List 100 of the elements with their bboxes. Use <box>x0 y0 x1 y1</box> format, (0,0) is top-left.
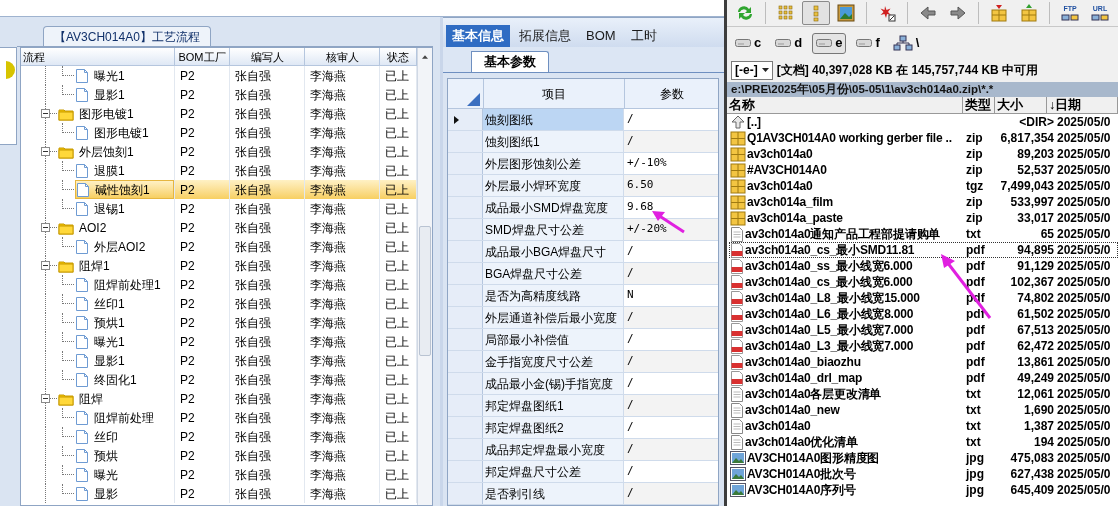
tree-item[interactable]: 退锡1 <box>94 199 125 218</box>
expander-icon[interactable] <box>41 223 50 232</box>
drive-dropdown[interactable]: [-e-] <box>731 60 773 80</box>
row-header-cell[interactable] <box>448 373 483 394</box>
drive-button[interactable]: e <box>812 32 847 54</box>
tree-item[interactable]: 阻焊前处理1 <box>94 275 161 294</box>
row-header-cell[interactable] <box>448 153 483 174</box>
column-header[interactable]: 名称 <box>727 97 963 113</box>
column-header[interactable]: 参数 <box>625 79 718 108</box>
row-header-cell[interactable] <box>448 197 483 218</box>
tab[interactable]: 工时 <box>624 25 663 47</box>
file-name[interactable]: av3ch014a0_cs_最小SMD11.81 <box>745 241 915 259</box>
file-name[interactable]: AV3CH014A0批次号 <box>747 465 856 483</box>
tree-item[interactable]: 丝印1 <box>94 294 125 313</box>
row-header-cell[interactable] <box>448 285 483 306</box>
file-name[interactable]: av3ch014a0优化清单 <box>745 433 858 451</box>
tree-item[interactable]: 曝光 <box>94 465 118 484</box>
focused-row[interactable]: av3ch014a0_cs_最小SMD11.81 pdf 94,895 2025/05/0 <box>729 242 1118 258</box>
row-header-cell[interactable] <box>448 175 483 196</box>
tree-item[interactable]: 阻焊 <box>79 389 103 408</box>
tree-item[interactable]: 终固化1 <box>94 370 137 389</box>
row-header-cell[interactable] <box>448 483 483 504</box>
file-name[interactable]: AV3CH014A0序列号 <box>747 481 856 499</box>
tree-item[interactable]: 退膜1 <box>94 161 125 180</box>
file-name[interactable]: av3ch014a0 <box>745 417 811 435</box>
sub-tab[interactable]: 基本参数 <box>471 51 549 72</box>
file-name[interactable]: av3ch014a0_new <box>745 401 840 419</box>
document-icon <box>75 352 89 369</box>
tree-item[interactable]: 图形电镀1 <box>79 104 134 123</box>
row-header-cell[interactable] <box>448 417 483 438</box>
column-header[interactable]: 流程 <box>21 48 175 65</box>
document-icon <box>75 86 89 103</box>
file-name[interactable]: av3ch014a0_biaozhu <box>745 353 861 371</box>
row-header-cell[interactable] <box>448 351 483 372</box>
row-header-cell[interactable] <box>448 263 483 284</box>
tree-item[interactable]: 碱性蚀刻1 <box>95 180 150 199</box>
row-header-cell[interactable] <box>448 439 483 460</box>
file-name[interactable]: av3ch014a_film <box>747 193 833 211</box>
column-header[interactable]: 大小 <box>995 97 1047 113</box>
tab[interactable]: BOM <box>580 25 622 47</box>
drive-button[interactable]: f <box>852 32 884 54</box>
row-header-cell[interactable] <box>448 241 483 262</box>
network-root-button[interactable]: \ <box>889 32 923 54</box>
row-header-cell[interactable] <box>448 219 483 240</box>
file-name[interactable]: av3ch014a0 <box>747 177 813 195</box>
column-header[interactable]: 项目 <box>484 79 625 108</box>
file-name[interactable]: av3ch014a0_L8_最小线宽15.000 <box>745 289 920 307</box>
tree-item[interactable]: 图形电镀1 <box>94 123 149 142</box>
column-header[interactable]: 编写人 <box>230 48 305 65</box>
tree-item[interactable]: 显影1 <box>94 85 125 104</box>
tab[interactable]: 拓展信息 <box>513 25 577 47</box>
column-header[interactable]: 类型 <box>963 97 995 113</box>
file-name[interactable]: Q1AV3CH014A0 working gerber file .. <box>747 129 952 147</box>
expander-icon[interactable] <box>41 394 50 403</box>
file-name[interactable]: av3ch014a0_L6_最小线宽8.000 <box>745 305 914 323</box>
tree-item[interactable]: 阻焊1 <box>79 256 110 275</box>
file-name[interactable]: av3ch014a0_cs_最小线宽6.000 <box>745 273 913 291</box>
file-name[interactable]: #AV3CH014A0 <box>747 161 827 179</box>
table-cell: 邦定焊盘图纸2 <box>483 417 624 438</box>
file-name[interactable]: av3ch014a0_L3_最小线宽7.000 <box>745 337 914 355</box>
table-cell-text: 张自强 <box>235 162 271 180</box>
tab[interactable]: 基本信息 <box>446 25 510 47</box>
file-name[interactable]: AV3CH014A0图形精度图 <box>747 449 880 467</box>
tree-item[interactable]: 显影1 <box>94 351 125 370</box>
row-header-cell[interactable] <box>448 461 483 482</box>
drive-button[interactable]: d <box>771 32 807 54</box>
row-header-cell[interactable] <box>448 329 483 350</box>
tree-item[interactable]: 丝印 <box>94 427 118 446</box>
file-name[interactable]: av3ch014a0各层更改清单 <box>745 385 882 403</box>
file-name[interactable]: [..] <box>747 114 761 131</box>
tree-item[interactable]: 显影 <box>94 484 118 503</box>
row-header-cell[interactable] <box>448 131 483 152</box>
row-header-cell[interactable] <box>448 307 483 328</box>
column-header[interactable]: ↓日期 <box>1047 97 1118 113</box>
tree-item[interactable]: AOI2 <box>79 218 107 237</box>
row-header-cell[interactable] <box>448 395 483 416</box>
file-name[interactable]: av3ch014a0通知产品工程部提请购单 <box>745 225 941 243</box>
file-name[interactable]: av3ch014a0 <box>747 145 813 163</box>
toolbar-button[interactable] <box>802 1 830 25</box>
file-name[interactable]: av3ch014a_paste <box>747 209 843 227</box>
expander-icon[interactable] <box>41 109 50 118</box>
tree-item[interactable]: 曝光1 <box>94 332 125 351</box>
tree-item[interactable]: 外层蚀刻1 <box>79 142 134 161</box>
file-name[interactable]: av3ch014a0_drl_map <box>745 369 863 387</box>
column-header[interactable]: 核审人 <box>305 48 380 65</box>
tree-item[interactable]: 阻焊前处理 <box>94 408 154 427</box>
tree-item[interactable]: 预烘1 <box>94 313 125 332</box>
column-header[interactable]: BOM工厂 <box>175 48 230 65</box>
file-date: 2025/05/0 <box>1057 403 1111 417</box>
tree-item[interactable]: 外层AOI2 <box>94 237 146 256</box>
row-header-cell[interactable] <box>448 109 483 130</box>
file-name[interactable]: av3ch014a0_L5_最小线宽7.000 <box>745 321 914 339</box>
expander-icon[interactable] <box>41 261 50 270</box>
tree-item[interactable]: 曝光1 <box>94 66 125 85</box>
tree-item[interactable]: 预烘 <box>94 446 118 465</box>
drive-button[interactable]: c <box>731 32 766 54</box>
file-name[interactable]: av3ch014a0_ss_最小线宽6.000 <box>745 257 913 275</box>
expander-icon[interactable] <box>41 147 50 156</box>
scrollbar-thumb[interactable] <box>419 226 431 356</box>
panel-tab[interactable]: 【AV3CH014A0】工艺流程 <box>43 26 211 46</box>
